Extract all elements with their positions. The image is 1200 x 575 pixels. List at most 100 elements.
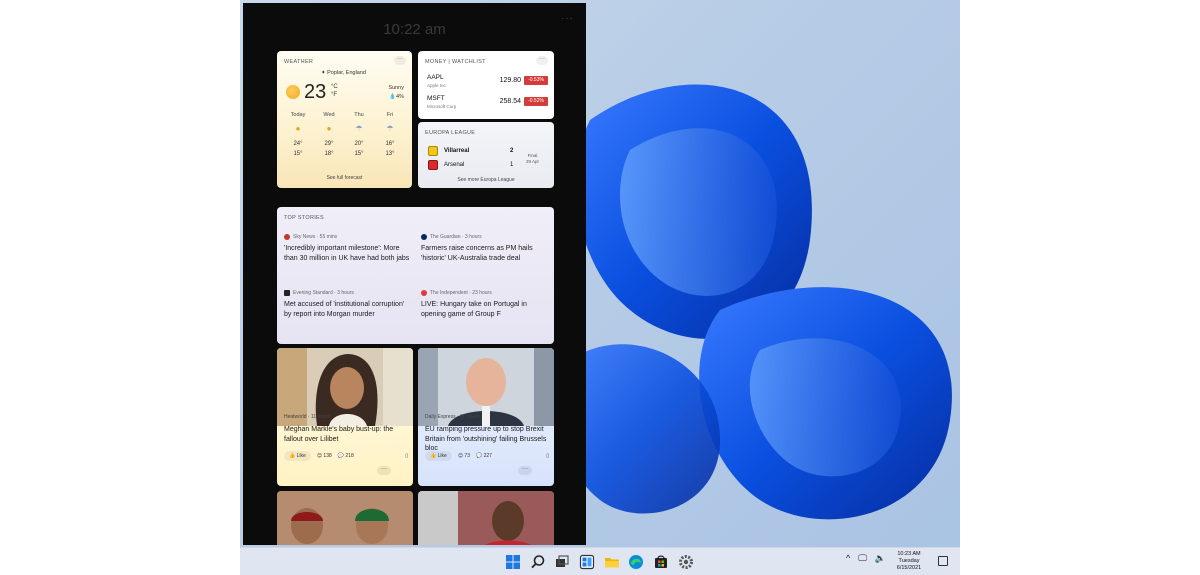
news-card[interactable]: Daily Express · 11 hours EU ramping pres… xyxy=(418,348,554,486)
story-source: Evening Standard · 3 hours xyxy=(293,290,354,296)
rain-icon: ☂ xyxy=(355,124,363,133)
comments-count[interactable]: 💬 227 xyxy=(476,453,492,459)
forecast-high: 29° xyxy=(324,141,334,147)
forecast-low: 13° xyxy=(385,151,395,157)
start-icon[interactable] xyxy=(505,554,521,570)
chevron-up-icon[interactable]: ^ xyxy=(846,553,850,564)
clock-day: Tuesday xyxy=(898,558,920,564)
news-card[interactable]: Heatworld · 11 hours Meghan Markle's bab… xyxy=(277,348,413,486)
like-button[interactable]: 👍 Like xyxy=(284,451,311,461)
edge-icon[interactable] xyxy=(628,554,644,570)
news-photo xyxy=(418,491,554,545)
panel-time: 10:22 am xyxy=(383,21,446,38)
stock-name: Apple Inc xyxy=(427,83,446,88)
home-score: 2 xyxy=(510,148,514,154)
like-button[interactable]: 👍 Like xyxy=(425,451,452,461)
notification-icon[interactable] xyxy=(938,556,948,566)
widgets-icon[interactable] xyxy=(579,554,595,570)
sky-news-icon xyxy=(284,234,290,240)
guardian-icon xyxy=(421,234,427,240)
story-item[interactable]: The Independent · 23 hours LIVE: Hungary… xyxy=(421,290,549,319)
weather-location: ✦ Poplar, England xyxy=(321,70,366,76)
weather-widget[interactable]: WEATHER ··· ✦ Poplar, England 23 °C °F S… xyxy=(277,51,412,188)
news-card[interactable] xyxy=(418,491,554,545)
unit-celsius[interactable]: °C xyxy=(331,83,338,91)
widgets-panel: 10:22 am ··· WEATHER ··· ✦ Poplar, Engla… xyxy=(243,3,586,545)
system-tray: ^ 🖵 🔈 xyxy=(846,553,886,564)
news-actions: 👍 Like 😊 138 💬 218 ▯ xyxy=(284,451,408,461)
forecast-day: Wed xyxy=(323,112,335,118)
top-stories-widget: TOP STORIES Sky News · 55 mins 'Incredib… xyxy=(277,207,554,344)
weather-title: WEATHER xyxy=(284,59,314,65)
wallpaper-bloom xyxy=(570,84,952,520)
panel-more-button[interactable]: ··· xyxy=(561,13,574,24)
story-source: The Independent · 23 hours xyxy=(430,290,492,296)
taskbar-clock[interactable]: 10:23 AM Tuesday 6/15/2021 xyxy=(890,551,928,572)
clock-time: 10:23 AM xyxy=(897,551,921,557)
away-score: 1 xyxy=(510,162,514,168)
arsenal-crest-icon xyxy=(428,160,438,170)
sun-icon xyxy=(286,85,300,99)
forecast-day: Thu xyxy=(354,112,364,118)
store-icon[interactable] xyxy=(653,554,669,570)
story-source: Sky News · 55 mins xyxy=(293,234,338,240)
reactions-count[interactable]: 😊 73 xyxy=(458,453,470,459)
task-view-icon[interactable] xyxy=(554,554,570,570)
volume-icon[interactable]: 🔈 xyxy=(875,553,886,564)
settings-gear-icon[interactable] xyxy=(678,554,694,570)
independent-icon xyxy=(421,290,427,296)
comments-count[interactable]: 💬 218 xyxy=(338,453,354,459)
story-item[interactable]: Evening Standard · 3 hours Met accused o… xyxy=(284,290,412,319)
weather-precip: 4% xyxy=(396,94,404,100)
forecast-day: Fri xyxy=(386,112,394,118)
news-more-button[interactable]: ··· xyxy=(377,466,391,475)
news-more-button[interactable]: ··· xyxy=(518,466,532,475)
weather-more-button[interactable]: ··· xyxy=(394,56,406,65)
taskbar: ^ 🖵 🔈 10:23 AM Tuesday 6/15/2021 xyxy=(240,547,960,575)
stock-price: 129.80 xyxy=(499,77,521,84)
story-title: LIVE: Hungary take on Portugal in openin… xyxy=(421,301,527,318)
network-icon[interactable]: 🖵 xyxy=(858,553,867,564)
europa-title: EUROPA LEAGUE xyxy=(425,130,476,136)
stock-symbol[interactable]: MSFT xyxy=(427,95,445,102)
search-icon[interactable] xyxy=(530,554,546,570)
stock-name: Microsoft Corp xyxy=(427,104,457,109)
story-title: Met accused of 'institutional corruption… xyxy=(284,301,405,318)
news-source: Heatworld · 11 hours xyxy=(284,414,331,420)
bookmark-icon[interactable]: ▯ xyxy=(546,453,549,459)
away-team: Arsenal xyxy=(444,162,465,168)
stock-symbol[interactable]: AAPL xyxy=(427,74,444,81)
forecast-low: 15° xyxy=(293,151,303,157)
money-title: MONEY | WATCHLIST xyxy=(425,59,486,65)
forecast-day: Today xyxy=(290,112,306,118)
story-item[interactable]: Sky News · 55 mins 'Incredibly important… xyxy=(284,234,412,263)
forecast-high: 16° xyxy=(385,141,395,147)
story-source: The Guardian · 3 hours xyxy=(430,234,482,240)
money-more-button[interactable]: ··· xyxy=(536,56,548,65)
see-more-europa-league-link[interactable]: See more Europa League xyxy=(418,177,554,183)
news-title: Meghan Markle's baby bust-up: the fallou… xyxy=(284,426,394,443)
top-stories-title: TOP STORIES xyxy=(284,215,324,221)
weather-units[interactable]: °C °F xyxy=(331,83,338,99)
bookmark-icon[interactable]: ▯ xyxy=(405,453,408,459)
forecast-low: 15° xyxy=(354,151,364,157)
news-title: EU ramping pressure up to stop Brexit Br… xyxy=(425,426,547,452)
stock-change-badge: -0.52% xyxy=(524,97,548,106)
file-explorer-icon[interactable] xyxy=(604,554,620,570)
money-watchlist-widget[interactable]: MONEY | WATCHLIST ··· AAPL Apple Inc 129… xyxy=(418,51,554,119)
desktop: 10:22 am ··· WEATHER ··· ✦ Poplar, Engla… xyxy=(240,0,960,575)
see-full-forecast-link[interactable]: See full forecast xyxy=(277,175,412,181)
rain-icon: ☂ xyxy=(386,124,394,133)
news-card[interactable] xyxy=(277,491,413,545)
news-actions: 👍 Like 😊 73 💬 227 ▯ xyxy=(425,451,549,461)
villarreal-crest-icon xyxy=(428,146,438,156)
europa-league-widget[interactable]: EUROPA LEAGUE Villarreal 2 Arsenal 1 Fin… xyxy=(418,122,554,188)
forecast-low: 18° xyxy=(324,151,334,157)
evening-standard-icon xyxy=(284,290,290,296)
forecast-high: 24° xyxy=(293,141,303,147)
clock-date: 6/15/2021 xyxy=(896,565,922,571)
story-item[interactable]: The Guardian · 3 hours Farmers raise con… xyxy=(421,234,549,263)
unit-fahrenheit[interactable]: °F xyxy=(331,91,338,99)
match-status: Final 29 Apr xyxy=(526,153,540,164)
reactions-count[interactable]: 😊 138 xyxy=(317,453,332,459)
